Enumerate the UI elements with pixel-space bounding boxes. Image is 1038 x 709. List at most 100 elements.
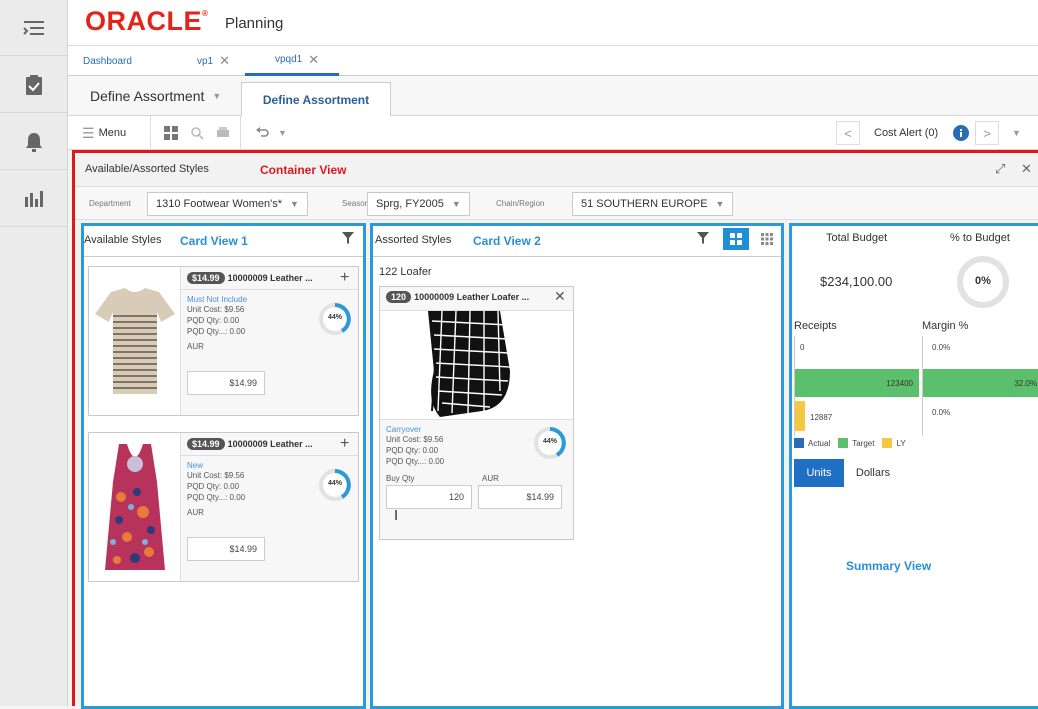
receipts-actual-value: 0 <box>800 343 805 352</box>
pqd-qty: PQD Qty: 0.00 <box>187 316 240 325</box>
caret-down-icon: ▼ <box>212 91 222 101</box>
product-image <box>380 310 573 420</box>
style-card[interactable]: $14.99 10000009 Leather ... + Must Not I… <box>88 266 359 416</box>
menu-button[interactable]: ☰ Menu <box>82 116 126 150</box>
card-view-1-annotation: Card View 1 <box>180 234 248 248</box>
card-layout-large-icon[interactable] <box>723 228 749 250</box>
tab-dashboard[interactable]: Dashboard <box>83 46 132 76</box>
receipts-ly-bar <box>795 401 805 431</box>
unit-cost: Unit Cost: $9.56 <box>386 435 444 444</box>
total-budget-label: Total Budget <box>826 232 888 244</box>
undo-icon[interactable] <box>255 116 269 150</box>
undo-dropdown-icon[interactable]: ▼ <box>278 116 287 150</box>
receipts-ly-value: 12887 <box>810 413 833 422</box>
container-view-annotation: Container View <box>260 163 347 177</box>
unit-cost: Unit Cost: $9.56 <box>187 305 245 314</box>
style-status: Must Not Include <box>187 295 248 304</box>
style-status: New <box>187 461 204 470</box>
department-dropdown[interactable]: 1310 Footwear Women's* ▼ <box>147 192 308 216</box>
style-name: 10000009 Leather ... <box>227 273 313 283</box>
legend-actual: Actual <box>808 438 831 448</box>
pqd-qty-2: PQD Qty...: 0.00 <box>187 327 246 336</box>
previous-alert-button[interactable]: < <box>836 121 860 145</box>
oracle-logo: ORACLE® <box>85 6 209 36</box>
expand-icon[interactable]: ⤢ <box>995 161 1005 177</box>
filter-bar: Department 1310 Footwear Women's* ▼ Seaso… <box>75 186 1038 220</box>
pqd-qty-2: PQD Qty...: 0.00 <box>386 457 445 466</box>
department-label: Department <box>89 199 131 208</box>
close-icon[interactable]: ✕ <box>1021 161 1032 177</box>
price-badge: $14.99 <box>187 438 225 450</box>
chevron-right-icon: > <box>983 125 991 141</box>
assorted-style-card[interactable]: 120 10000009 Leather Loafer ... ✕ Carryo… <box>379 286 574 540</box>
summary-view-annotation: Summary View <box>846 559 932 573</box>
chain-region-dropdown[interactable]: 51 SOUTHERN EUROPE ▼ <box>572 192 734 216</box>
assorted-styles-panel: Assorted Styles Card View 2 122 Loafer 1… <box>370 223 784 709</box>
margin-actual-value: 0.0% <box>932 343 951 352</box>
container-view: Available/Assorted Styles Container View… <box>72 150 1038 709</box>
bell-icon[interactable] <box>0 114 68 170</box>
product-image <box>89 433 181 581</box>
document-tabs: Dashboard vp1 ✕ vpqd1 ✕ <box>68 46 1038 76</box>
style-name: 10000009 Leather ... <box>227 439 313 449</box>
reports-chart-icon[interactable] <box>0 171 68 227</box>
close-icon[interactable]: ✕ <box>308 52 319 68</box>
close-icon[interactable]: ✕ <box>219 53 230 69</box>
dollars-toggle-button[interactable]: Dollars <box>844 459 902 487</box>
aur-field[interactable]: $14.99 <box>478 485 562 509</box>
info-icon[interactable] <box>953 116 969 150</box>
tab-vp1[interactable]: vp1 ✕ <box>197 46 230 76</box>
search-icon[interactable] <box>190 116 204 150</box>
text-cursor-icon: Ⅰ <box>394 507 399 523</box>
define-assortment-dropdown[interactable]: Define Assortment ▼ <box>90 76 221 116</box>
legend-target: Target <box>852 438 875 448</box>
aur-field[interactable]: $14.99 <box>187 371 265 395</box>
progress-gauge: 44% <box>317 467 351 501</box>
grid-view-icon[interactable] <box>164 116 178 150</box>
aur-label: AUR <box>482 474 499 483</box>
cost-alert-label[interactable]: Cost Alert (0) <box>874 116 938 150</box>
remove-icon[interactable]: ✕ <box>554 288 566 305</box>
pct-to-budget-label: % to Budget <box>950 232 1010 244</box>
tab-vpqd1[interactable]: vpqd1 ✕ <box>245 46 340 76</box>
progress-gauge: 44% <box>532 425 566 459</box>
caret-down-icon: ▼ <box>451 199 461 209</box>
unit-cost: Unit Cost: $9.56 <box>187 471 245 480</box>
print-icon[interactable] <box>216 116 230 150</box>
aur-field[interactable]: $14.99 <box>187 537 265 561</box>
tab-define-assortment[interactable]: Define Assortment <box>241 82 391 116</box>
progress-gauge: 44% <box>317 301 351 335</box>
buy-qty-field[interactable]: 120 <box>386 485 472 509</box>
tasks-menu-icon[interactable] <box>0 0 68 56</box>
toolbar-overflow-icon[interactable]: ▼ <box>1012 116 1021 150</box>
product-image <box>89 267 181 415</box>
price-badge: $14.99 <box>187 272 225 284</box>
season-label: Season <box>342 199 370 208</box>
margin-target-bar: 32.0% <box>923 369 1038 397</box>
menu-icon: ☰ <box>82 124 95 141</box>
season-dropdown[interactable]: Sprg, FY2005 ▼ <box>367 192 470 216</box>
app-header: ORACLE® Planning <box>68 0 1038 46</box>
aur-label: AUR <box>187 508 204 517</box>
toolbar: ☰ Menu ▼ < Cost Alert (0) > ▼ <box>68 116 1038 150</box>
count-badge: 120 <box>386 291 412 303</box>
margin-ly-value: 0.0% <box>932 408 951 417</box>
filter-icon[interactable] <box>697 232 709 247</box>
add-icon[interactable]: + <box>340 435 349 453</box>
pqd-qty: PQD Qty: 0.00 <box>386 446 439 455</box>
available-styles-panel: Available Styles Card View 1 $14.99 1000… <box>81 223 366 709</box>
card-layout-small-icon[interactable] <box>755 228 779 250</box>
summary-panel: Total Budget % to Budget $234,100.00 0% … <box>789 223 1038 709</box>
card-view-2-annotation: Card View 2 <box>473 234 541 248</box>
filter-icon[interactable] <box>342 232 354 247</box>
pct-to-budget-gauge: 0% <box>955 254 1011 310</box>
units-toggle-button[interactable]: Units <box>794 459 844 487</box>
caret-down-icon: ▼ <box>715 199 725 209</box>
clipboard-icon[interactable] <box>0 57 68 113</box>
style-card[interactable]: $14.99 10000009 Leather ... + New Unit C… <box>88 432 359 582</box>
sub-tabs: Define Assortment ▼ Define Assortment <box>68 76 1038 116</box>
add-icon[interactable]: + <box>340 269 349 287</box>
next-alert-button[interactable]: > <box>975 121 999 145</box>
pqd-qty: PQD Qty: 0.00 <box>187 482 240 491</box>
chart-legend: Actual Target LY <box>794 438 906 448</box>
